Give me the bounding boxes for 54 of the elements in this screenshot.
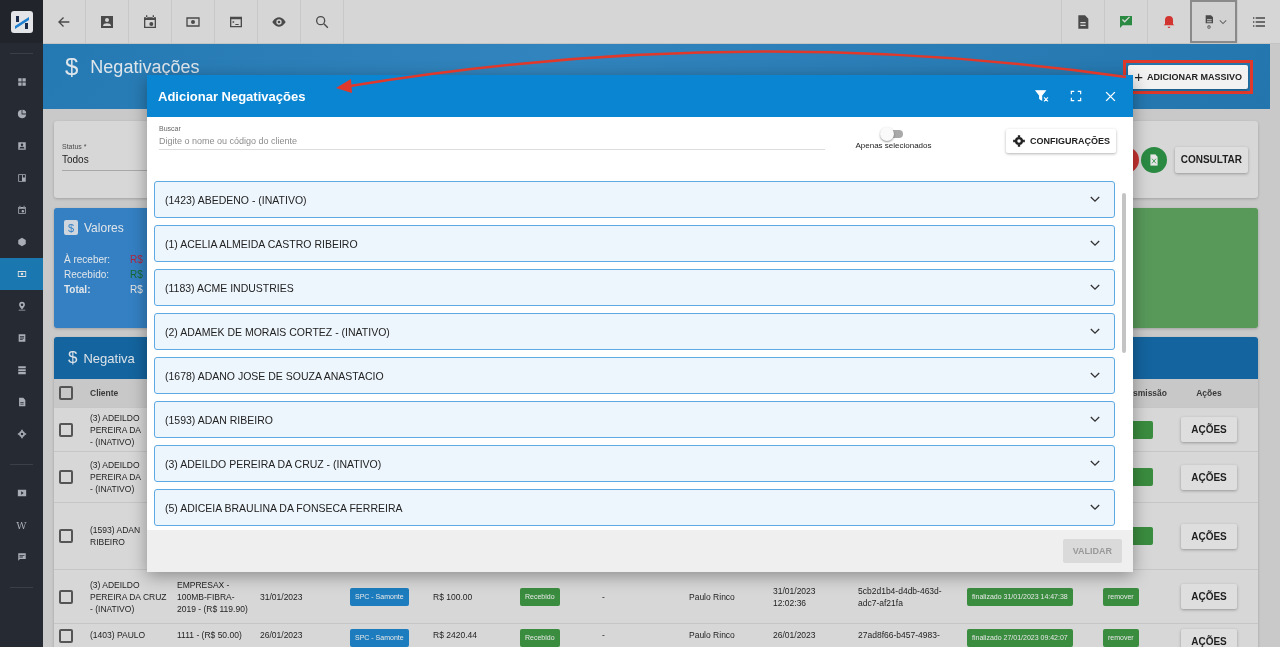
table-cell: (3) ADEILDO PEREIRA DA - (INATIVO)	[90, 411, 142, 448]
dollar-sign: $	[68, 348, 78, 368]
table-cell: Paulo Rinco	[689, 590, 735, 603]
table-cell-text: 5cb2d1b4-d4db-463d-adc7-af21fa	[858, 584, 943, 609]
column-header: Cliente	[90, 387, 119, 399]
client-panel[interactable]: (1) ACELIA ALMEIDA CASTRO RIBEIRO	[154, 225, 1115, 262]
table-cell: 26/01/2023	[260, 629, 303, 641]
summary-value: R$	[130, 268, 143, 282]
client-panel[interactable]: (2) ADAMEK DE MORAIS CORTEZ - (INATIVO)	[154, 313, 1115, 350]
table-cell: R$ 2420.44	[433, 629, 477, 641]
actions-button[interactable]: AÇÕES	[1181, 523, 1237, 549]
table-cell: (1593) ADAN RIBEIRO	[90, 524, 141, 548]
summary-label: Recebido:	[64, 268, 111, 282]
client-panel[interactable]: (5) ADICEIA BRAULINA DA FONSECA FERREIRA	[154, 489, 1115, 526]
table-cell: 27ad8f66-b457-4983-	[858, 629, 940, 641]
table-cell: (3) ADEILDO PEREIRA DA - (INATIVO)	[90, 459, 142, 495]
dollar-badge: $	[64, 220, 78, 235]
summary-value: R$	[130, 253, 143, 267]
add-bulk-button[interactable]: + ADICIONAR MASSIVO	[1128, 64, 1248, 89]
search-field[interactable]: Digite o nome ou código do cliente	[159, 136, 825, 150]
dollar-sign: $	[65, 53, 79, 81]
actions-button[interactable]: AÇÕES	[1181, 584, 1237, 609]
sidebar-item[interactable]: W	[0, 509, 43, 541]
client-panel[interactable]: (1678) ADANO JOSE DE SOUZA ANASTACIO	[154, 357, 1115, 394]
dialog-title: Adicionar Negativações	[158, 88, 306, 104]
actions-button[interactable]: AÇÕES	[1181, 464, 1237, 490]
search-button[interactable]: CONSULTAR	[1174, 146, 1248, 173]
column-header: Ações	[1196, 387, 1222, 399]
settings-button[interactable]: CONFIGURAÇÕES	[1006, 129, 1116, 153]
table-cell: 31/01/2023	[260, 590, 303, 603]
actions-button[interactable]: AÇÕES	[1181, 417, 1237, 442]
table-cell: (1403) PAULO	[90, 629, 146, 641]
table-title: Negativa	[83, 350, 135, 366]
summary-value: R$	[130, 283, 143, 297]
client-panel[interactable]: (1423) ABEDENO - (INATIVO)	[154, 181, 1115, 218]
table-cell: Paulo Rinco	[689, 629, 735, 641]
table-cell-text: 31/01/2023 12:02:36	[773, 584, 817, 609]
summary-label: À receber:	[64, 252, 112, 267]
table-cell: -	[602, 590, 605, 603]
client-panel[interactable]: (1593) ADAN RIBEIRO	[154, 401, 1115, 438]
table-cell: -	[602, 629, 605, 641]
card-title: Valores	[84, 220, 124, 235]
summary-label: Total:	[64, 283, 92, 297]
client-panel[interactable]: (3) ADEILDO PEREIRA DA CRUZ - (INATIVO)	[154, 445, 1115, 482]
table-cell: 26/01/2023	[773, 629, 816, 641]
page-title: Negativações	[90, 56, 200, 78]
table-cell-text: EMPRESAX - 100MB-FIBRA-2019 - (R$ 119.90)	[177, 578, 249, 615]
actions-button[interactable]: AÇÕES	[1181, 629, 1237, 647]
table-cell: R$ 100.00	[433, 590, 473, 603]
table-cell: (3) ADEILDO PEREIRA DA CRUZ - (INATIVO)	[90, 578, 167, 615]
column-header: smissão	[1132, 387, 1168, 399]
toggle-label: Apenas selecionados	[855, 141, 932, 150]
client-panel[interactable]: (1183) ACME INDUSTRIES	[154, 269, 1115, 306]
table-cell: 1111 - (R$ 50.00)	[177, 629, 242, 641]
